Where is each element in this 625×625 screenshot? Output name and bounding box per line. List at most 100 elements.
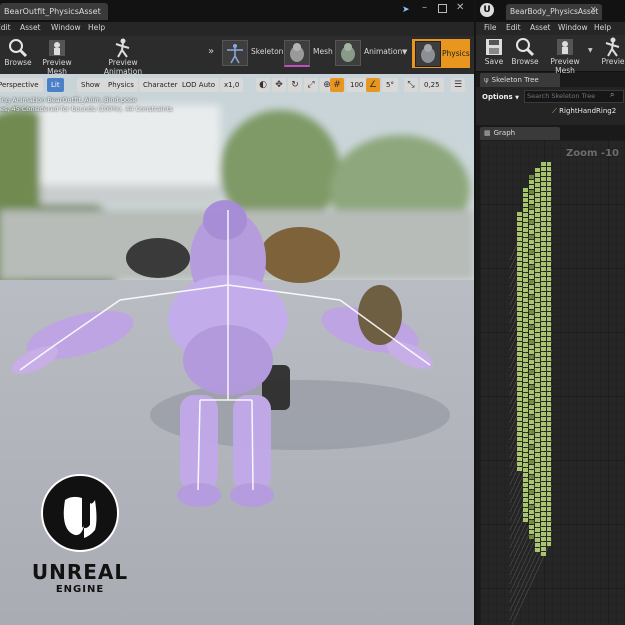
save-button[interactable]: Save <box>482 37 506 71</box>
graph-node[interactable] <box>547 412 551 416</box>
graph-node[interactable] <box>523 498 528 502</box>
graph-node[interactable] <box>517 417 522 421</box>
graph-node[interactable] <box>535 403 540 407</box>
graph-node[interactable] <box>541 167 546 171</box>
graph-node[interactable] <box>535 283 540 287</box>
graph-node[interactable] <box>517 462 522 466</box>
graph-node[interactable] <box>529 305 534 309</box>
skeleton-search-input[interactable] <box>524 90 624 103</box>
graph-node[interactable] <box>529 245 534 249</box>
scale-snap-icon[interactable]: ⤡ <box>404 78 418 92</box>
graph-node[interactable] <box>523 203 528 207</box>
graph-node[interactable] <box>517 372 522 376</box>
graph-node[interactable] <box>523 188 528 192</box>
graph-node[interactable] <box>541 462 546 466</box>
physics-button[interactable]: Physics <box>104 78 138 92</box>
graph-node[interactable] <box>547 472 551 476</box>
graph-node[interactable] <box>523 318 528 322</box>
graph-node[interactable] <box>541 162 546 166</box>
graph-node[interactable] <box>517 287 522 291</box>
graph-node[interactable] <box>547 292 551 296</box>
menu-asset[interactable]: Asset <box>20 23 41 32</box>
graph-node[interactable] <box>541 507 546 511</box>
toolbar-expand-icon[interactable]: » <box>208 46 214 57</box>
graph-node[interactable] <box>535 168 540 172</box>
skeleton-tree-tab[interactable]: ψ Skeleton Tree <box>480 73 560 87</box>
graph-node[interactable] <box>517 422 522 426</box>
graph-node[interactable] <box>517 222 522 226</box>
graph-node[interactable] <box>541 237 546 241</box>
preview-mesh-dropdown-icon[interactable]: ▼ <box>588 47 593 54</box>
graph-node[interactable] <box>547 487 551 491</box>
graph-node[interactable] <box>541 322 546 326</box>
menu-asset[interactable]: Asset <box>530 23 551 32</box>
right-tab-close-icon[interactable]: ✕ <box>590 5 597 14</box>
lod-button[interactable]: LOD Auto <box>178 78 220 92</box>
graph-node[interactable] <box>547 352 551 356</box>
graph-node[interactable] <box>535 358 540 362</box>
graph-node[interactable] <box>529 190 534 194</box>
browse-button[interactable]: Browse <box>510 37 540 71</box>
graph-node[interactable] <box>523 323 528 327</box>
graph-node[interactable] <box>541 502 546 506</box>
graph-node[interactable] <box>541 547 546 551</box>
graph-node[interactable] <box>523 458 528 462</box>
graph-node[interactable] <box>535 313 540 317</box>
graph-node[interactable] <box>535 538 540 542</box>
graph-node[interactable] <box>529 335 534 339</box>
graph-node[interactable] <box>547 532 551 536</box>
graph-node[interactable] <box>535 493 540 497</box>
mode-skeleton[interactable]: Skeleton <box>251 39 283 65</box>
graph-node[interactable] <box>529 195 534 199</box>
menu-edit[interactable]: Edit <box>506 23 521 32</box>
graph-node[interactable] <box>541 417 546 421</box>
mode-animation[interactable]: Animation <box>364 39 402 65</box>
preview-mesh-button[interactable]: Preview Mesh <box>34 38 80 76</box>
graph-node[interactable] <box>547 187 551 191</box>
preview-mesh-button[interactable]: Preview Mesh <box>540 37 590 75</box>
lit-button[interactable]: Lit <box>47 78 64 92</box>
graph-node[interactable] <box>529 290 534 294</box>
graph-node[interactable] <box>547 217 551 221</box>
menu-help[interactable]: Help <box>88 23 105 32</box>
menu-help[interactable]: Help <box>594 23 611 32</box>
graph-node[interactable] <box>535 328 540 332</box>
grid-snap-icon[interactable]: # <box>330 78 344 92</box>
menu-edit[interactable]: Edit <box>0 23 11 32</box>
graph-node[interactable] <box>547 167 551 171</box>
graph-node[interactable] <box>541 177 546 181</box>
graph-node[interactable] <box>547 382 551 386</box>
graph-node[interactable] <box>547 262 551 266</box>
graph-node[interactable] <box>535 238 540 242</box>
graph-node[interactable] <box>535 173 540 177</box>
graph-node[interactable] <box>535 508 540 512</box>
mode-mesh[interactable]: Mesh <box>313 39 333 65</box>
browse-button[interactable]: Browse <box>2 38 34 72</box>
graph-node[interactable] <box>529 395 534 399</box>
graph-node[interactable] <box>529 440 534 444</box>
graph-node[interactable] <box>535 178 540 182</box>
graph-node[interactable] <box>535 418 540 422</box>
graph-node[interactable] <box>535 448 540 452</box>
graph-node[interactable] <box>547 442 551 446</box>
graph-node[interactable] <box>529 215 534 219</box>
graph-node[interactable] <box>541 457 546 461</box>
viewport-options-icon[interactable]: ☰ <box>451 78 465 92</box>
graph-node[interactable] <box>523 213 528 217</box>
graph-node[interactable] <box>547 322 551 326</box>
graph-node[interactable] <box>535 223 540 227</box>
graph-node[interactable] <box>547 427 551 431</box>
graph-node[interactable] <box>523 273 528 277</box>
animation-dropdown-icon[interactable]: ▼ <box>402 48 407 56</box>
graph-node[interactable] <box>523 503 528 507</box>
graph-node[interactable] <box>535 188 540 192</box>
scale-icon[interactable]: ⤢ <box>304 78 318 92</box>
graph-node[interactable] <box>529 470 534 474</box>
graph-node[interactable] <box>541 277 546 281</box>
graph-node[interactable] <box>547 277 551 281</box>
graph-node[interactable] <box>541 172 546 176</box>
graph-node[interactable] <box>547 247 551 251</box>
mode-physics-button[interactable]: Physics <box>412 39 470 68</box>
graph-node[interactable] <box>535 268 540 272</box>
notification-icon[interactable]: ➤ <box>402 5 410 15</box>
